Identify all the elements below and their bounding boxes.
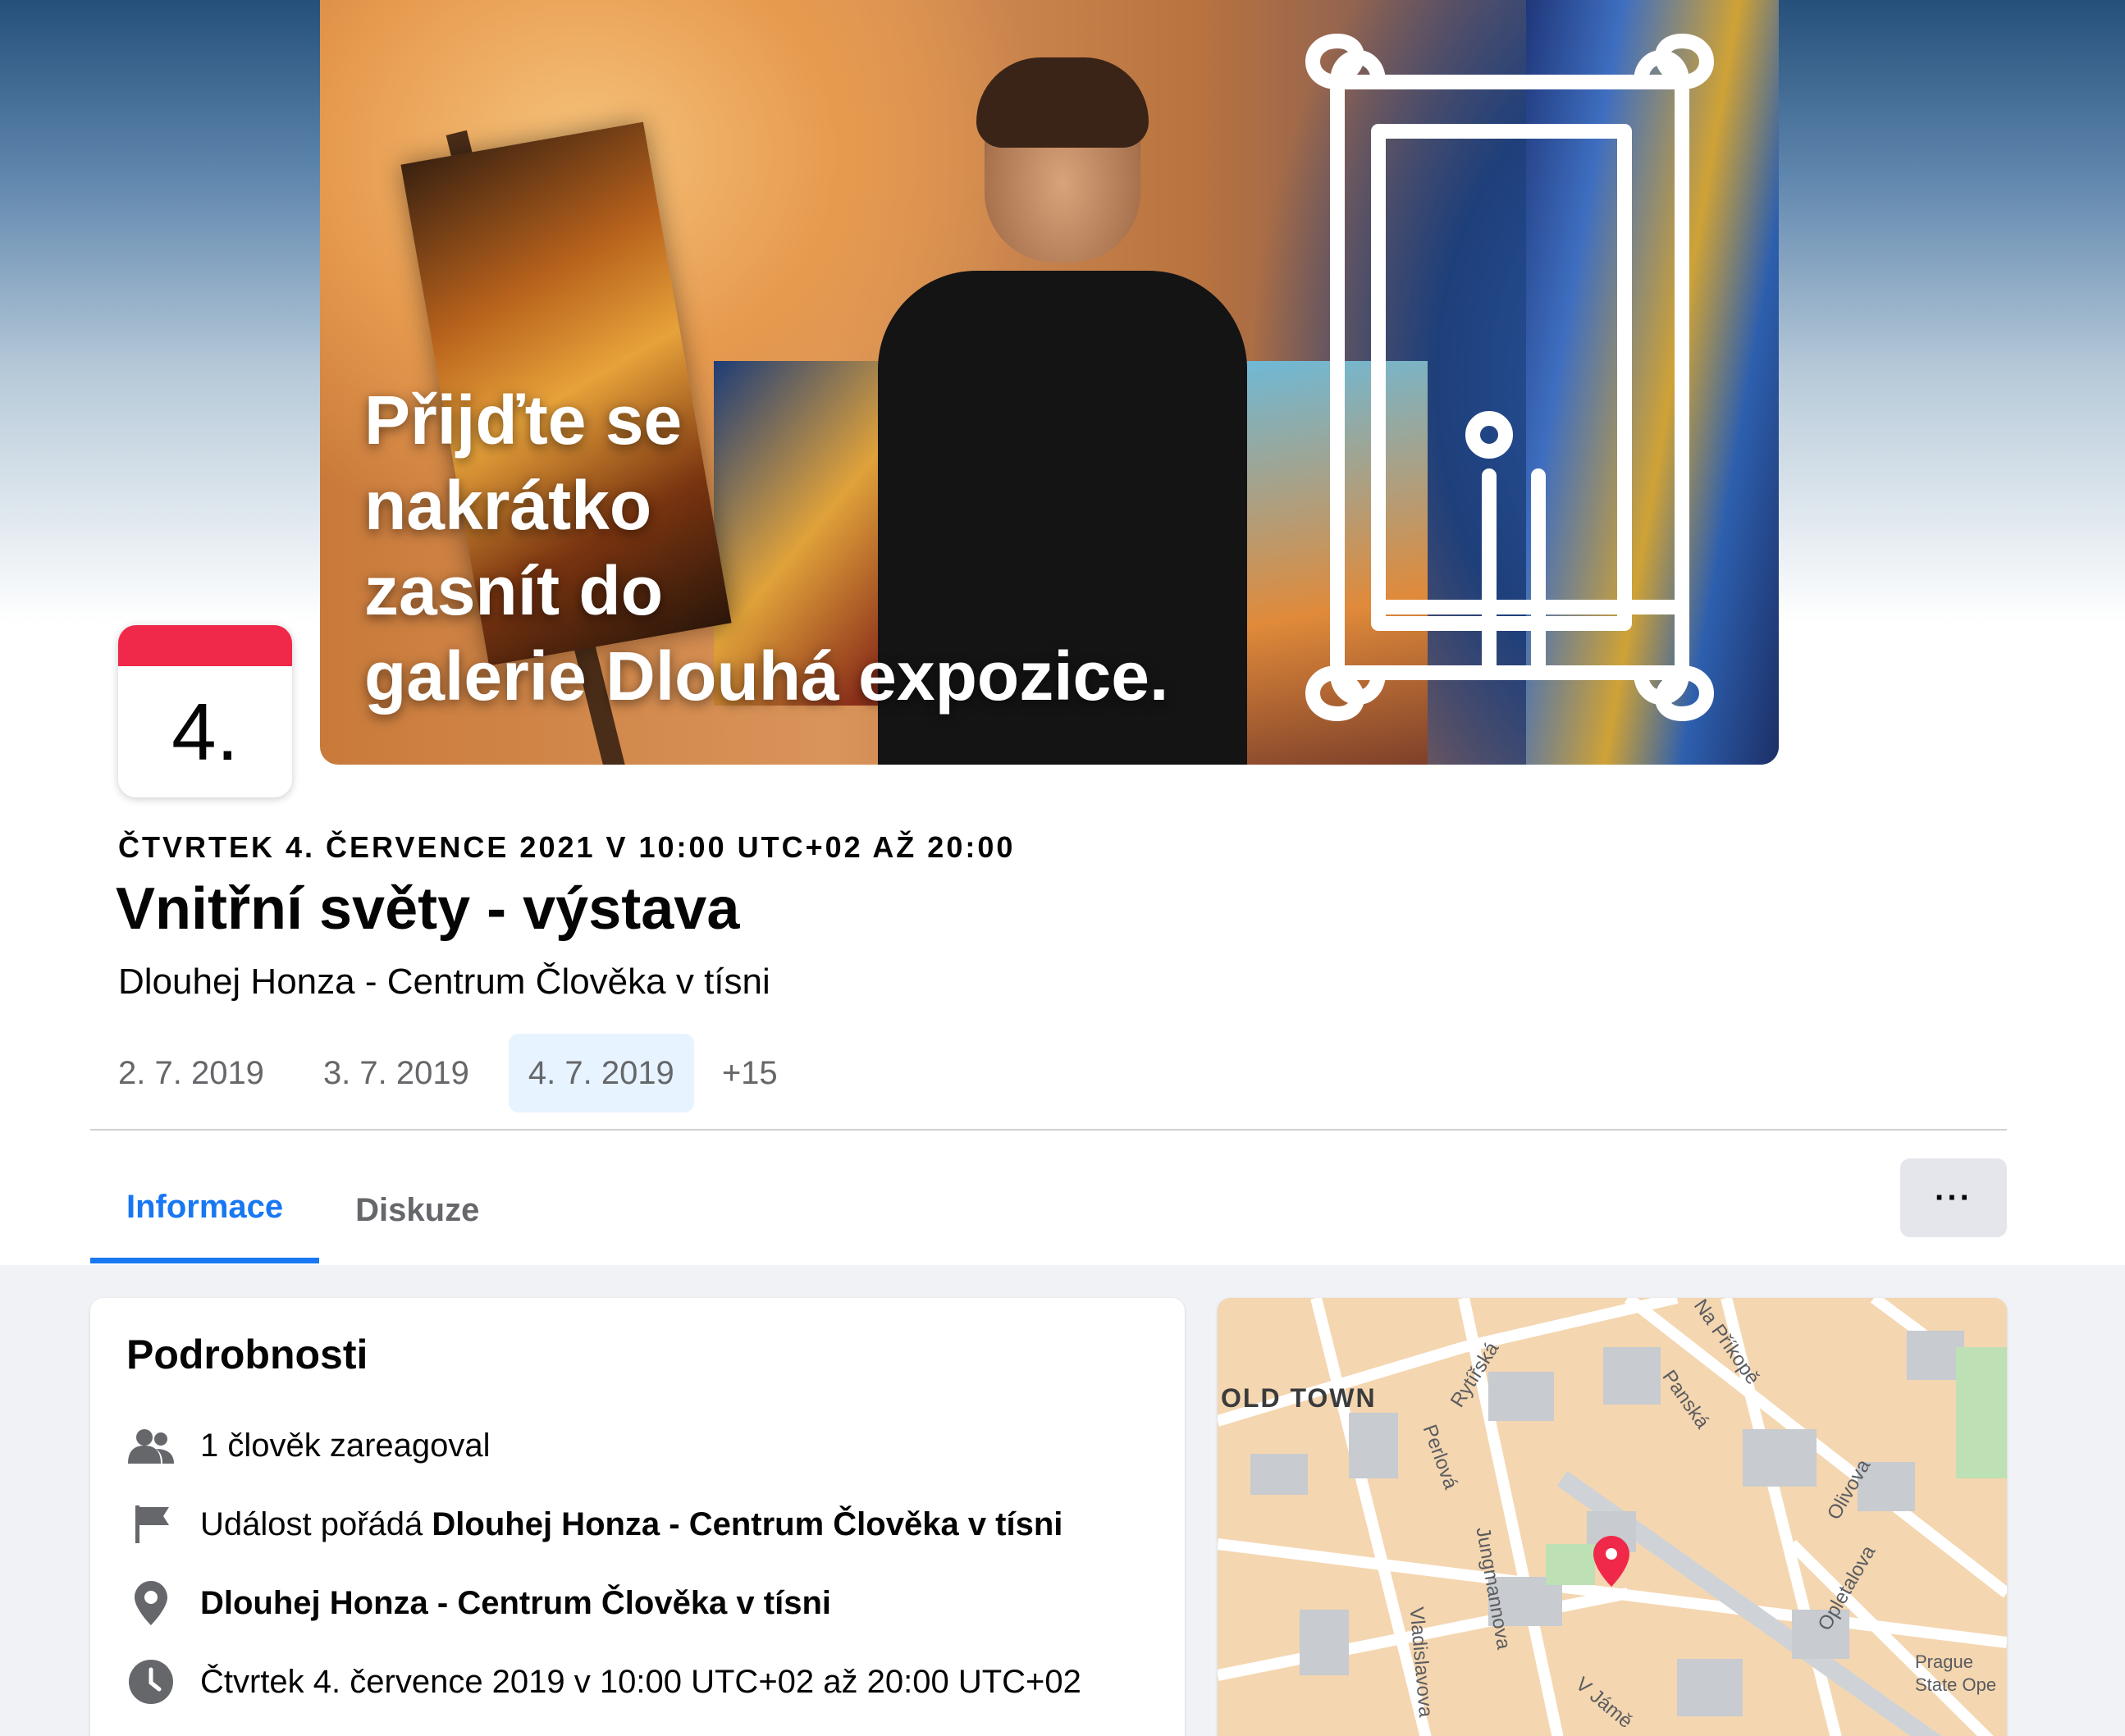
event-title: Vnitřní světy - výstava	[116, 876, 740, 942]
event-subtitle[interactable]: Dlouhej Honza - Centrum Člověka v tísni	[118, 962, 770, 1003]
reactions-text: 1 člověk zareagoval	[200, 1427, 491, 1464]
cover-line-3: zasnít do	[364, 552, 664, 629]
map-graphic	[1218, 1298, 2007, 1736]
details-row-location: Dlouhej Honza - Centrum Člověka v tísni	[126, 1578, 831, 1628]
details-card: Podrobnosti 1 člověk zareagoval Událost …	[90, 1298, 1185, 1736]
people-icon	[126, 1421, 176, 1470]
details-title: Podrobnosti	[126, 1332, 368, 1377]
map-label-old-town: OLD TOWN	[1221, 1383, 1377, 1413]
header-divider	[90, 1129, 2007, 1131]
host-prefix: Událost pořádá	[200, 1505, 432, 1542]
cover-line-4: galerie Dlouhá expozice.	[364, 637, 1169, 715]
tab-informace[interactable]: Informace	[90, 1157, 320, 1263]
flag-icon	[126, 1500, 176, 1549]
calendar-date-badge: 4.	[118, 625, 292, 797]
clock-icon	[126, 1657, 176, 1706]
tab-diskuze[interactable]: Diskuze	[319, 1157, 515, 1263]
gallery-frame-logo	[1305, 34, 1714, 721]
calendar-day: 4.	[171, 686, 239, 777]
location-link[interactable]: Dlouhej Honza - Centrum Člověka v tísni	[200, 1585, 831, 1622]
host-name-link[interactable]: Dlouhej Honza - Centrum Člověka v tísni	[432, 1506, 1062, 1542]
event-cover-photo[interactable]: Přijďte se nakrátko zasnít do galerie Dl…	[320, 0, 1779, 765]
cover-line-2: nakrátko	[364, 467, 652, 544]
location-pin-icon	[126, 1578, 176, 1628]
event-tabs: Informace Diskuze	[90, 1157, 515, 1263]
more-options-button[interactable]: ···	[1900, 1158, 2007, 1237]
date-option-2[interactable]: 3. 7. 2019	[304, 1034, 489, 1112]
date-option-1[interactable]: 2. 7. 2019	[98, 1034, 284, 1112]
cover-headline: Přijďte se nakrátko zasnít do galerie Dl…	[364, 377, 1185, 719]
details-row-host: Událost pořádá Dlouhej Honza - Centrum Č…	[126, 1500, 1062, 1549]
host-text: Událost pořádá Dlouhej Honza - Centrum Č…	[200, 1506, 1062, 1543]
calendar-header-strip	[118, 625, 292, 666]
map-label-state-opera: Prague State Ope	[1915, 1651, 1997, 1695]
cover-line-1: Přijďte se	[364, 381, 683, 459]
details-row-time: Čtvrtek 4. července 2019 v 10:00 UTC+02 …	[126, 1657, 1081, 1706]
date-option-3-selected[interactable]: 4. 7. 2019	[508, 1034, 694, 1112]
event-dates-selector: 2. 7. 2019 3. 7. 2019 4. 7. 2019 +15	[98, 1034, 786, 1112]
location-map[interactable]: OLD TOWN Rytířská Na Příkopě Panská Perl…	[1218, 1298, 2007, 1736]
event-dateline: ČTVRTEK 4. ČERVENCE 2021 V 10:00 UTC+02 …	[118, 830, 1016, 864]
details-row-reactions: 1 člověk zareagoval	[126, 1421, 491, 1470]
time-text: Čtvrtek 4. července 2019 v 10:00 UTC+02 …	[200, 1663, 1081, 1700]
more-dates-button[interactable]: +15	[714, 1034, 786, 1112]
